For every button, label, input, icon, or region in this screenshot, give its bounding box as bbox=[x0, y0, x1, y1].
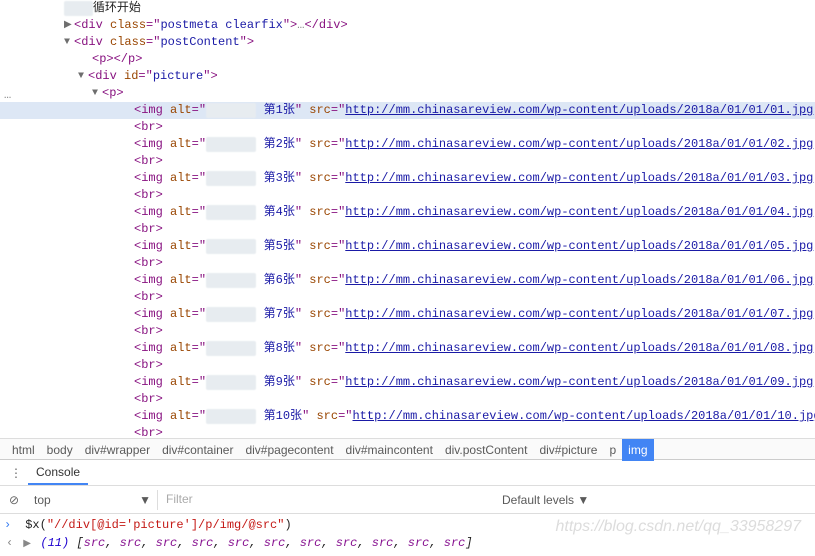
collapse-icon[interactable]: ▼ bbox=[64, 35, 74, 50]
blurred-alt bbox=[206, 137, 256, 152]
console-result-line[interactable]: ‹ ▶ (11) [src, src, src, src, src, src, … bbox=[4, 534, 811, 554]
breadcrumb-item[interactable]: div#maincontent bbox=[340, 439, 439, 461]
dom-br-row[interactable]: <br> bbox=[0, 323, 815, 340]
context-selector[interactable]: top ▼ bbox=[28, 490, 158, 510]
blurred-alt bbox=[206, 273, 256, 288]
console-result-text: (11) [src, src, src, src, src, src, src,… bbox=[40, 536, 472, 550]
collapse-icon[interactable]: ▼ bbox=[78, 69, 88, 84]
dom-br-row[interactable]: <br> bbox=[0, 391, 815, 408]
dom-img-row[interactable]: <img alt=" 第6张" src="http://mm.chinasare… bbox=[0, 272, 815, 289]
dom-row[interactable]: 循环开始 bbox=[0, 0, 815, 17]
chevron-down-icon: ▼ bbox=[577, 493, 589, 507]
dom-br-row[interactable]: <br> bbox=[0, 187, 815, 204]
dom-row[interactable]: ▼<p> bbox=[0, 85, 815, 102]
blurred-alt bbox=[206, 205, 256, 220]
dom-img-row[interactable]: <img alt=" 第5张" src="http://mm.chinasare… bbox=[0, 238, 815, 255]
breadcrumb-item[interactable]: img bbox=[622, 439, 653, 461]
src-link[interactable]: http://mm.chinasareview.com/wp-content/u… bbox=[345, 103, 813, 117]
dom-br-row[interactable]: <br> bbox=[0, 221, 815, 238]
src-link[interactable]: http://mm.chinasareview.com/wp-content/u… bbox=[345, 307, 813, 321]
dom-row[interactable]: ▶<div class="postmeta clearfix">…</div> bbox=[0, 17, 815, 34]
kebab-icon[interactable]: ⋮ bbox=[4, 466, 28, 480]
dom-br-row[interactable]: <br> bbox=[0, 289, 815, 306]
dom-row[interactable]: <p></p> bbox=[0, 51, 815, 68]
breadcrumb-item[interactable]: div#container bbox=[156, 439, 239, 461]
blurred-alt bbox=[206, 171, 256, 186]
src-link[interactable]: http://mm.chinasareview.com/wp-content/u… bbox=[345, 341, 813, 355]
breadcrumb-item[interactable]: html bbox=[6, 439, 41, 461]
console-drawer-header: ⋮ Console bbox=[0, 460, 815, 486]
dom-img-row[interactable]: <img alt=" 第1张" src="http://mm.chinasare… bbox=[0, 102, 815, 119]
src-link[interactable]: http://mm.chinasareview.com/wp-content/u… bbox=[345, 375, 813, 389]
blurred-text bbox=[64, 1, 93, 16]
log-levels-dropdown[interactable]: Default levels ▼ bbox=[496, 493, 595, 507]
chevron-down-icon: ▼ bbox=[139, 493, 151, 507]
breadcrumb-item[interactable]: div#pagecontent bbox=[239, 439, 339, 461]
blurred-alt bbox=[206, 375, 256, 390]
breadcrumb-bar[interactable]: htmlbodydiv#wrapperdiv#containerdiv#page… bbox=[0, 438, 815, 460]
blurred-alt bbox=[206, 341, 256, 356]
clear-console-icon[interactable]: ⊘ bbox=[4, 493, 24, 507]
elements-dom-tree[interactable]: … 循环开始 ▶<div class="postmeta clearfix">…… bbox=[0, 0, 815, 438]
levels-label: Default levels bbox=[502, 493, 574, 507]
breadcrumb-item[interactable]: div#wrapper bbox=[79, 439, 156, 461]
dom-img-row[interactable]: <img alt=" 第8张" src="http://mm.chinasare… bbox=[0, 340, 815, 357]
dom-row[interactable]: ▼<div id="picture"> bbox=[0, 68, 815, 85]
dom-img-row[interactable]: <img alt=" 第10张" src="http://mm.chinasar… bbox=[0, 408, 815, 425]
console-toolbar: ⊘ top ▼ Default levels ▼ bbox=[0, 486, 815, 514]
dom-br-row[interactable]: <br> bbox=[0, 255, 815, 272]
blurred-alt bbox=[206, 409, 256, 424]
blurred-alt bbox=[206, 307, 256, 322]
console-input-text: $x("//div[@id='picture']/p/img/@src") bbox=[25, 518, 291, 532]
dom-br-row[interactable]: <br> bbox=[0, 153, 815, 170]
src-link[interactable]: http://mm.chinasareview.com/wp-content/u… bbox=[345, 273, 813, 287]
breadcrumb-item[interactable]: body bbox=[41, 439, 79, 461]
console-body[interactable]: › $x("//div[@id='picture']/p/img/@src") … bbox=[0, 514, 815, 556]
src-link[interactable]: http://mm.chinasareview.com/wp-content/u… bbox=[345, 137, 813, 151]
collapse-icon[interactable]: ▼ bbox=[92, 86, 102, 101]
breadcrumb-item[interactable]: p bbox=[603, 439, 622, 461]
dom-br-row[interactable]: <br> bbox=[0, 119, 815, 136]
dom-row[interactable]: ▼<div class="postContent"> bbox=[0, 34, 815, 51]
breadcrumb-item[interactable]: div.postContent bbox=[439, 439, 534, 461]
console-tab[interactable]: Console bbox=[28, 461, 88, 485]
prompt-icon: › bbox=[4, 516, 18, 534]
src-link[interactable]: http://mm.chinasareview.com/wp-content/u… bbox=[352, 409, 815, 423]
dom-img-row[interactable]: <img alt=" 第3张" src="http://mm.chinasare… bbox=[0, 170, 815, 187]
expand-icon[interactable]: ▶ bbox=[64, 18, 74, 33]
dom-img-row[interactable]: <img alt=" 第2张" src="http://mm.chinasare… bbox=[0, 136, 815, 153]
expand-icon[interactable]: ▶ bbox=[23, 536, 33, 554]
console-input-line[interactable]: › $x("//div[@id='picture']/p/img/@src") bbox=[4, 516, 811, 534]
blurred-alt bbox=[206, 103, 256, 118]
src-link[interactable]: http://mm.chinasareview.com/wp-content/u… bbox=[345, 239, 813, 253]
blurred-alt bbox=[206, 239, 256, 254]
result-icon: ‹ bbox=[6, 534, 16, 552]
dom-text-suffix: 循环开始 bbox=[93, 1, 141, 15]
filter-input[interactable] bbox=[162, 490, 492, 510]
dom-img-row[interactable]: <img alt=" 第7张" src="http://mm.chinasare… bbox=[0, 306, 815, 323]
src-link[interactable]: http://mm.chinasareview.com/wp-content/u… bbox=[345, 171, 813, 185]
dom-br-row[interactable]: <br> bbox=[0, 425, 815, 438]
src-link[interactable]: http://mm.chinasareview.com/wp-content/u… bbox=[345, 205, 813, 219]
dom-br-row[interactable]: <br> bbox=[0, 357, 815, 374]
dom-img-row[interactable]: <img alt=" 第9张" src="http://mm.chinasare… bbox=[0, 374, 815, 391]
dom-img-row[interactable]: <img alt=" 第4张" src="http://mm.chinasare… bbox=[0, 204, 815, 221]
context-label: top bbox=[34, 493, 51, 507]
breadcrumb-item[interactable]: div#picture bbox=[533, 439, 603, 461]
